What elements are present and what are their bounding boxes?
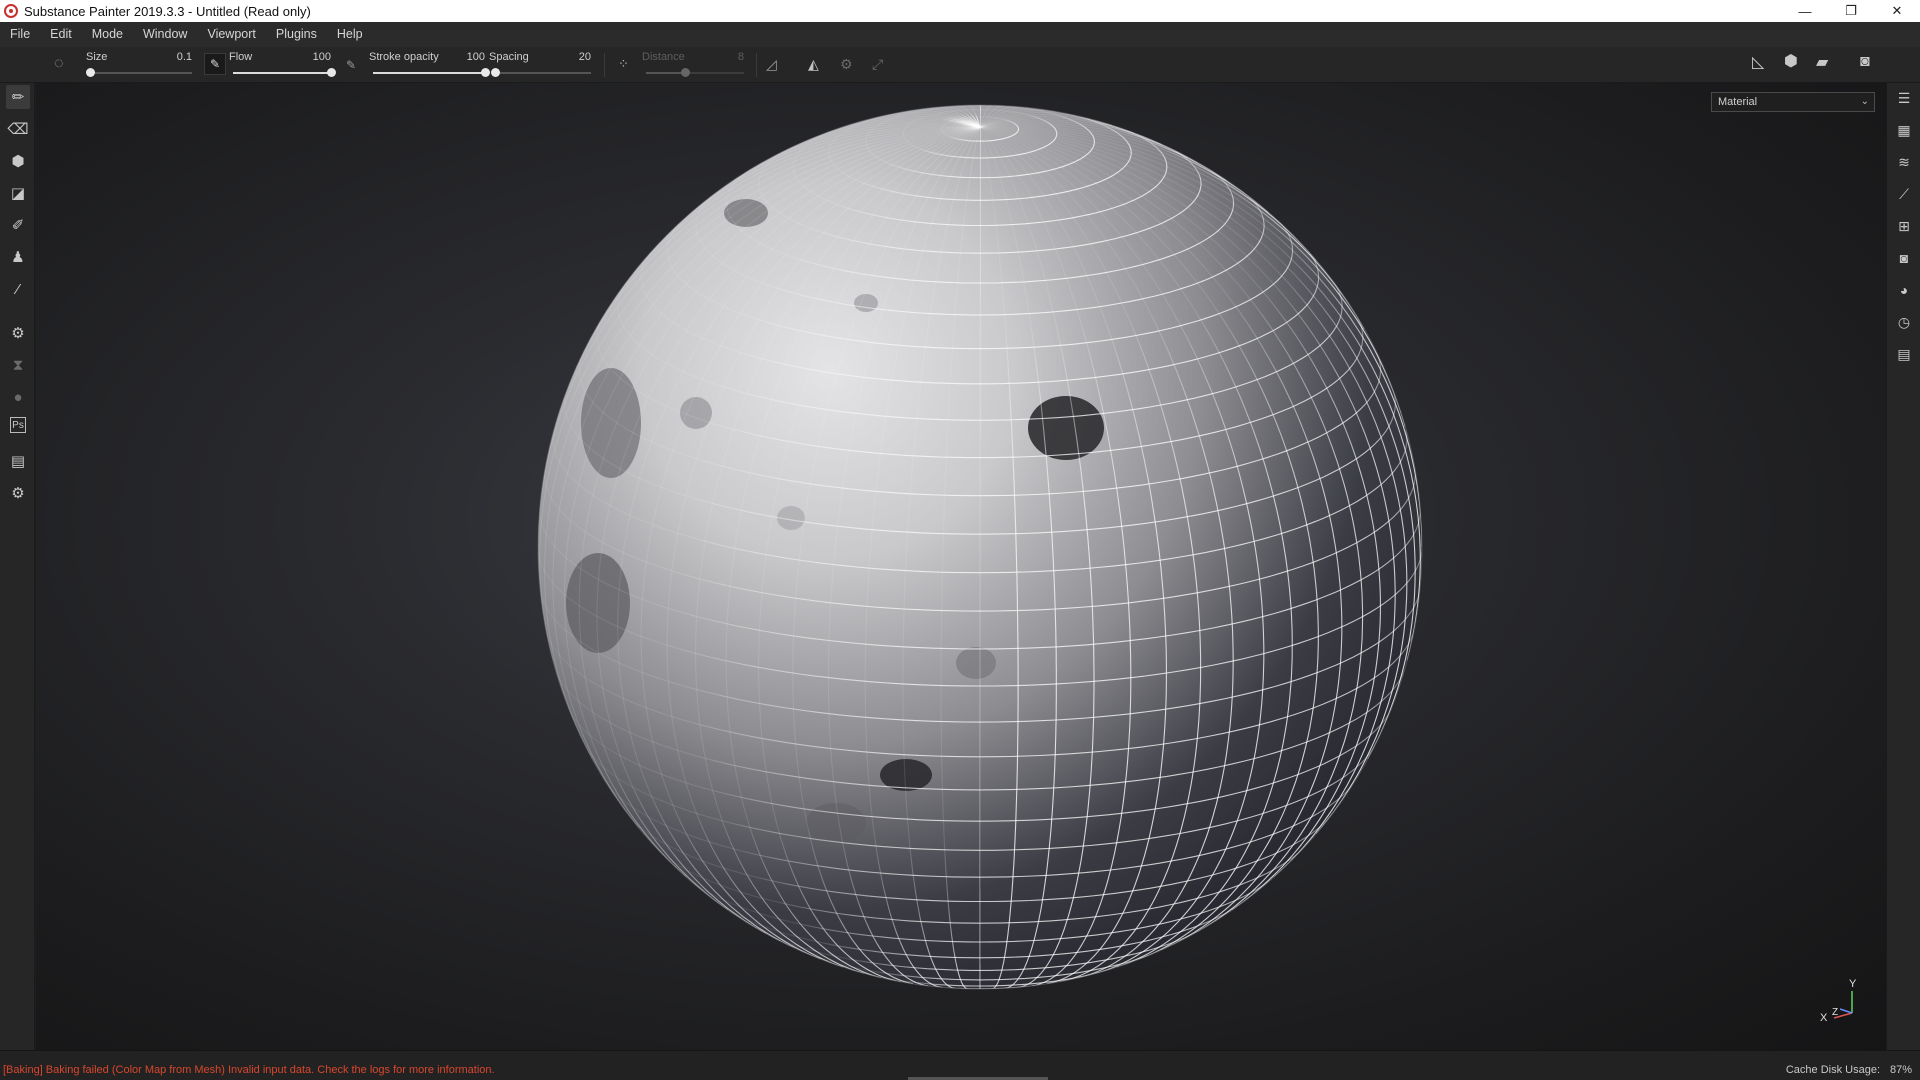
menu-viewport[interactable]: Viewport [197, 22, 265, 47]
symmetry-settings-icon[interactable]: ⚙ [840, 57, 853, 71]
flow-track[interactable] [233, 68, 336, 77]
display-mode-dropdown[interactable]: Material ⌄ [1711, 92, 1875, 112]
distance-value: 8 [737, 51, 744, 63]
display-mode-value: Material [1718, 96, 1758, 108]
menu-edit[interactable]: Edit [40, 22, 82, 47]
menu-help[interactable]: Help [327, 22, 373, 47]
properties-icon[interactable]: ⟋ [1893, 183, 1915, 205]
substance-painter-logo-icon [4, 4, 18, 18]
color-picker-icon[interactable]: ⁄ [6, 277, 30, 301]
3d-viewport[interactable]: Material ⌄ Y X Z [36, 83, 1886, 1050]
menu-plugins[interactable]: Plugins [266, 22, 327, 47]
stroke-opacity-track[interactable] [373, 68, 490, 77]
close-button[interactable]: ✕ [1874, 0, 1920, 22]
lazy-mouse-icon[interactable]: ⁘ [618, 57, 629, 71]
eraser-icon[interactable]: ⌫ [6, 117, 30, 141]
toolbar-separator [756, 53, 757, 77]
stroke-opacity-value[interactable]: 100 [467, 51, 485, 63]
texture-set-list-icon[interactable]: ☰ [1893, 87, 1915, 109]
projection-icon[interactable]: ⬢ [6, 149, 30, 173]
uv-grid-icon[interactable]: ⊞ [1893, 215, 1915, 237]
distance-label: Distance [642, 51, 685, 63]
screen-layout-icon[interactable]: ◺ [1752, 55, 1764, 71]
cache-disk-usage-value: 87% [1889, 1064, 1912, 1076]
bake-icon[interactable]: ⚙ [6, 321, 30, 345]
status-error-message[interactable]: [Baking] Baking failed (Color Map from M… [3, 1064, 495, 1076]
spacing-track[interactable] [490, 68, 591, 77]
axis-x-label: X [1820, 1012, 1828, 1023]
menu-mode[interactable]: Mode [82, 22, 133, 47]
flow-pen-icon[interactable]: ✎ [204, 53, 226, 75]
chevron-down-icon: ⌄ [1860, 96, 1869, 107]
restore-button[interactable]: ❐ [1828, 0, 1874, 22]
right-toolbar: ☰ ▦ ≋ ⟋ ⊞ ◙ ◕ ◷ ▤ [1886, 83, 1920, 1050]
size-knob[interactable] [86, 68, 95, 77]
size-label: Size [86, 51, 108, 63]
symmetry-icon[interactable]: ◭ [808, 57, 819, 71]
size-track[interactable] [86, 68, 192, 77]
settings-icon[interactable]: ⚙ [6, 481, 30, 505]
distance-track [646, 68, 744, 77]
geometry-mask-icon[interactable]: ⧗ [6, 353, 30, 377]
spacing-knob[interactable] [490, 68, 500, 77]
tool-properties-bar: ◌ Size 0.1 ✎ Flow 100 ✎ Stroke opacity 1… [0, 47, 1920, 83]
flow-label: Flow [229, 51, 253, 63]
menu-file[interactable]: File [0, 22, 40, 47]
iray-icon[interactable]: ● [6, 385, 30, 409]
spacing-label: Spacing [489, 51, 529, 63]
line-tangent-icon[interactable]: ◿ [766, 57, 777, 71]
cache-disk-usage-label: Cache Disk Usage: [1785, 1064, 1880, 1076]
smudge-icon[interactable]: ✐ [6, 213, 30, 237]
status-bar: [Baking] Baking failed (Color Map from M… [0, 1050, 1920, 1080]
brush-alpha-icon[interactable]: ◌ [54, 56, 64, 72]
flow-slider[interactable]: Flow 100 [229, 49, 336, 81]
size-slider[interactable]: Size 0.1 [86, 49, 196, 81]
screenshot-icon[interactable]: ◙ [1860, 54, 1870, 70]
title-bar: Substance Painter 2019.3.3 - Untitled (R… [0, 0, 1920, 22]
stroke-opacity-slider[interactable]: Stroke opacity 100 [369, 49, 490, 81]
flow-knob[interactable] [327, 68, 336, 77]
photoshop-export-icon[interactable]: Ps [10, 417, 26, 433]
texture-set-settings-icon[interactable]: ▦ [1893, 119, 1915, 141]
stroke-pen-icon[interactable]: ✎ [346, 58, 356, 72]
axis-y-label: Y [1849, 978, 1857, 990]
display-cube-icon[interactable]: ⬢ [1784, 54, 1798, 70]
align-icon[interactable]: ⤢ [872, 57, 883, 71]
clone-stamp-icon[interactable]: ♟ [6, 245, 30, 269]
flow-value[interactable]: 100 [313, 51, 331, 63]
log-icon[interactable]: ▤ [1893, 343, 1915, 365]
minimize-button[interactable]: — [1782, 0, 1828, 22]
resource-icon[interactable]: ▤ [6, 449, 30, 473]
left-toolbar: ✏ ⌫ ⬢ ◪ ✐ ♟ ⁄ ⚙ ⧗ ● Ps ▤ ⚙ [0, 83, 35, 1050]
menu-window[interactable]: Window [133, 22, 197, 47]
distance-knob [681, 68, 691, 77]
polygon-fill-icon[interactable]: ◪ [6, 181, 30, 205]
camera-icon[interactable]: ▰ [1816, 55, 1828, 71]
axis-z-label: Z [1832, 1007, 1838, 1018]
menu-bar: File Edit Mode Window Viewport Plugins H… [0, 22, 1920, 47]
toolbar-separator [604, 53, 605, 77]
spacing-slider[interactable]: Spacing 20 [489, 49, 595, 81]
size-value[interactable]: 0.1 [177, 51, 192, 63]
axis-gizmo: Y X Z [1820, 978, 1857, 1023]
paint-brush-icon[interactable]: ✏ [6, 85, 30, 109]
spacing-value[interactable]: 20 [579, 51, 591, 63]
window-title: Substance Painter 2019.3.3 - Untitled (R… [24, 3, 311, 19]
stroke-opacity-label: Stroke opacity [369, 51, 439, 63]
environment-icon[interactable]: ◕ [1893, 279, 1915, 301]
display-settings-icon[interactable]: ◙ [1893, 247, 1915, 269]
moon-sphere-mesh[interactable] [536, 103, 1424, 991]
layers-icon[interactable]: ≋ [1893, 151, 1915, 173]
history-icon[interactable]: ◷ [1893, 311, 1915, 333]
distance-slider: Distance 8 [642, 49, 748, 81]
